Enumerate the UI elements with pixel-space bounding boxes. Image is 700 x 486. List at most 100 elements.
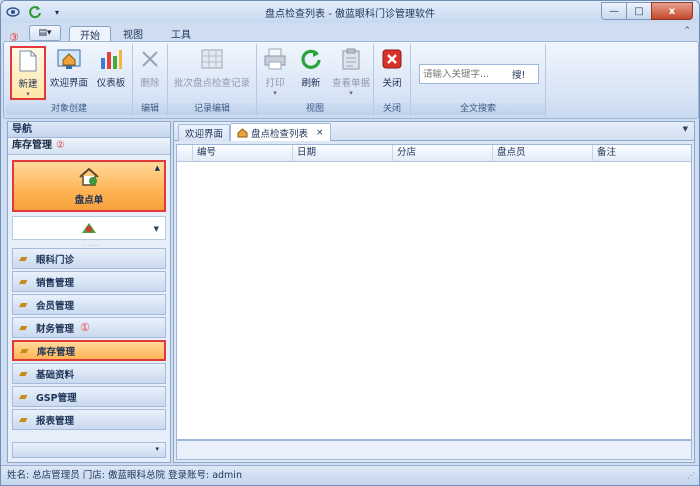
nav-menu-item[interactable]: ▰ 会员管理 [12,294,166,315]
group-label-object-create: 对象创建 [6,103,132,115]
clipboard-icon [338,46,364,72]
batch-check-label: 批次盘点检查记录 [173,78,250,89]
folder-icon: ▰ [19,390,28,403]
close-doc-label: 关闭 [382,78,402,89]
marker-1: ① [80,321,90,334]
print-label: 打印 [265,78,285,89]
new-document-icon [15,48,41,73]
nav-menu-item-active[interactable]: ▰ 库存管理 [12,340,166,361]
nav-menu-list: ▰ 眼科门诊 ▰ 销售管理 ▰ 会员管理 ▰ 财务管理 ① ▰ 库存管理 ▰ 基… [12,248,166,432]
scroll-up-icon[interactable]: ▲ [155,164,160,172]
view-document-button[interactable]: 查看单据 ▾ [331,46,371,97]
folder-icon: ▰ [19,321,28,334]
batch-table-icon [199,46,225,72]
dashboard-chart-icon [98,46,124,72]
group-label-view: 视图 [257,103,373,115]
window-controls: — □ x [601,2,693,20]
nav-menu-item[interactable]: ▰ 眼科门诊 [12,248,166,269]
group-view: 打印 ▾ 刷新 查看单据 ▾ 视图 [257,44,374,116]
chevron-down-icon[interactable]: ▾ [155,445,159,453]
column-header[interactable]: 分店 [393,145,493,161]
nav-secondary-item[interactable]: ▼ [12,216,166,240]
status-text: 姓名: 总店管理员 门店: 傲蓝眼科总院 登录账号: admin [7,470,242,481]
grid-footer [176,440,692,460]
status-bar: 姓名: 总店管理员 门店: 傲蓝眼科总院 登录账号: admin ⋰ [1,465,699,485]
folder-icon: ▰ [19,413,28,426]
ribbon-collapse-icon[interactable]: ⌃ [683,26,691,36]
title-bar: ▾ 盘点检查列表 - 傲蓝眼科门诊管理软件 — □ x [1,1,699,23]
resize-grip-icon[interactable]: ⋰ [687,466,695,485]
nav-menu-label: 销售管理 [36,277,75,289]
nav-menu-item[interactable]: ▰ 销售管理 [12,271,166,292]
dashboard-button[interactable]: 仪表板 [94,46,128,89]
batch-check-button[interactable]: 批次盘点检查记录 [172,46,252,89]
group-record-edit: 批次盘点检查记录 记录编辑 [168,44,257,116]
group-label-record-edit: 记录编辑 [168,103,256,115]
nav-menu-label: 财务管理 [36,323,75,335]
search-input[interactable] [420,68,510,80]
close-doc-button[interactable]: 关闭 [378,46,406,89]
inventory-grid: 编号 日期 分店 盘点员 备注 [176,144,692,440]
doc-tab-welcome-label: 欢迎界面 [185,129,224,140]
delete-button[interactable]: 删除 [137,46,163,89]
nav-menu-label: 会员管理 [36,300,75,312]
search-box: 搜! [419,64,539,84]
delete-x-icon [137,46,163,72]
nav-menu-item[interactable]: ▰ 基础资料 [12,363,166,384]
recycle-tools-icon [82,223,96,233]
maximize-button[interactable]: □ [626,2,652,20]
group-label-edit: 编辑 [133,103,167,115]
nav-menu-item[interactable]: ▰ GSP管理 [12,386,166,407]
nav-section-title: 库存管理 ② [8,138,170,155]
tab-view[interactable]: 视图 [113,26,153,41]
nav-menu-item[interactable]: ▰ 报表管理 [12,409,166,430]
nav-footer-bar[interactable]: ▾ [12,442,166,458]
folder-icon: ▰ [19,252,28,265]
minimize-button[interactable]: — [601,2,627,20]
view-document-dropdown-icon: ▾ [349,89,353,97]
column-header[interactable]: 盘点员 [493,145,593,161]
doc-tab-inventory-label: 盘点检查列表 [251,128,309,140]
grid-indicator-column [177,145,193,161]
nav-menu-label: 报表管理 [36,415,75,427]
refresh-button[interactable]: 刷新 [297,46,325,89]
folder-icon: ▰ [19,275,28,288]
nav-menu-label: 库存管理 [37,346,76,358]
tab-tools[interactable]: 工具 [161,26,201,41]
inventory-count-item[interactable]: ▲ 盘点单 [12,160,166,212]
new-dropdown-icon: ▾ [26,90,30,98]
column-header[interactable]: 编号 [193,145,293,161]
doc-tab-welcome[interactable]: 欢迎界面 [178,124,231,141]
group-edit: 删除 编辑 [133,44,168,116]
nav-menu-label: 眼科门诊 [36,254,75,266]
house-small-icon [237,127,248,137]
tab-scroll-icon[interactable]: ▼ [683,125,688,133]
search-button[interactable]: 搜! [512,67,525,81]
print-button[interactable]: 打印 ▾ [261,46,289,97]
scroll-down-icon[interactable]: ▼ [154,225,159,233]
nav-menu-item[interactable]: ▰ 财务管理 ① [12,317,166,338]
printer-icon [262,46,288,72]
doc-tab-close-icon[interactable]: × [316,128,324,138]
delete-label: 删除 [140,78,160,89]
group-object-create: 新建 ▾ 欢迎界面 仪表板 对象创建 [6,44,133,116]
column-header[interactable]: 日期 [293,145,393,161]
tab-start[interactable]: 开始 [69,26,111,42]
new-button[interactable]: 新建 ▾ [10,46,46,100]
ribbon: 新建 ▾ 欢迎界面 仪表板 对象创建 删除 编辑 批次盘点检查记录 记录编辑 打… [3,41,699,119]
welcome-button[interactable]: 欢迎界面 [50,46,88,89]
new-label: 新建 [18,79,38,90]
close-window-button[interactable]: x [651,2,693,20]
ribbon-tab-row: ③ ▤▾ 开始 视图 工具 ⌃ [1,23,699,44]
folder-icon: ▰ [19,367,28,380]
grid-header: 编号 日期 分店 盘点员 备注 [177,145,691,162]
main-window: ▾ 盘点检查列表 - 傲蓝眼科门诊管理软件 — □ x ③ ▤▾ 开始 视图 工… [0,0,700,486]
view-document-label: 查看单据 [331,78,370,89]
document-area: 欢迎界面 盘点检查列表 × ▼ 编号 日期 分店 盘点员 备注 [173,121,695,463]
doc-tab-inventory-list[interactable]: 盘点检查列表 × [230,123,331,141]
app-menu-button[interactable]: ▤▾ [29,25,61,41]
house-icon [79,167,99,186]
nav-section-label: 库存管理 [12,140,52,151]
print-dropdown-icon: ▾ [273,89,277,97]
column-header[interactable]: 备注 [593,145,689,161]
